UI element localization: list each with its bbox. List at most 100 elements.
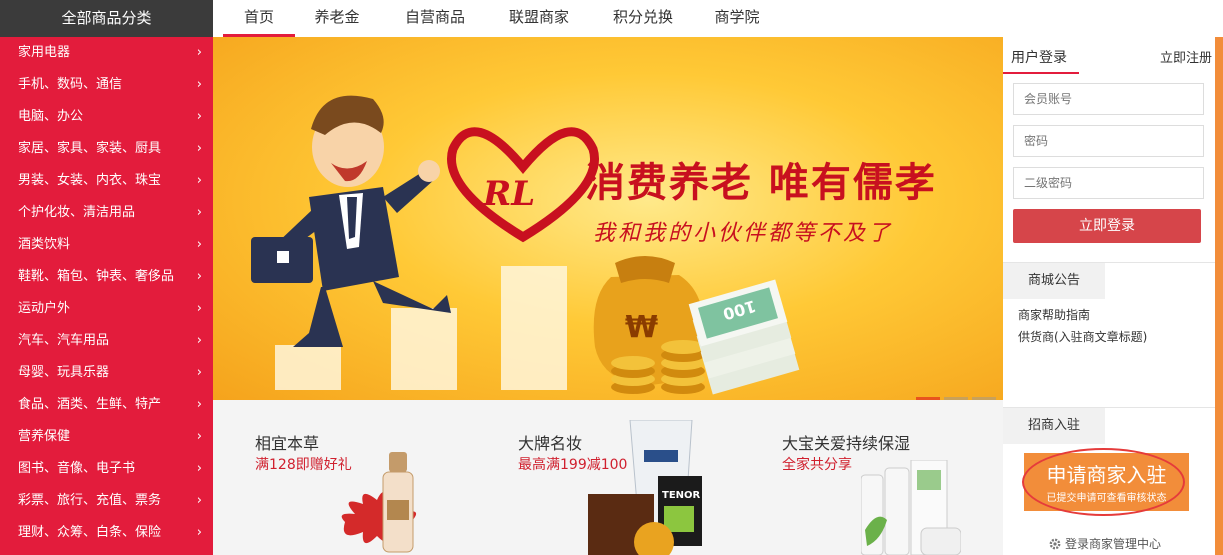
category-list: 家用电器 › 手机、数码、通信 › 电脑、办公 › 家居、家具、家装、厨具 › 男装、女装、内衣… [0, 37, 213, 555]
apply-main-label: 申请商家入驻 [1046, 463, 1167, 487]
category-item[interactable]: 个护化妆、清洁用品 › [0, 197, 213, 229]
serum-product-image [341, 452, 417, 553]
notice-item[interactable]: 商家帮助指南 [1018, 306, 1090, 323]
category-label: 酒类饮料 [18, 237, 71, 252]
category-item[interactable]: 图书、音像、电子书 › [0, 453, 213, 485]
chevron-right-icon: › [196, 109, 202, 124]
category-item[interactable]: 理财、众筹、白条、保险 › [0, 517, 213, 549]
category-item[interactable]: 手机、数码、通信 › [0, 69, 213, 101]
rl-logo: RL [447, 127, 599, 243]
category-item[interactable]: 电脑、办公 › [0, 101, 213, 133]
category-header: 全部商品分类 [0, 0, 213, 37]
right-panel: 用户登录 立即注册 立即登录 商城公告 商家帮助指南 供货商(入驻商文章标题) … [1003, 37, 1215, 555]
category-label: 男装、女装、内衣、珠宝 [18, 173, 162, 188]
second-password-input[interactable] [1013, 167, 1204, 199]
category-label: 食品、酒类、生鲜、特产 [18, 397, 162, 412]
nav-tab[interactable]: 商学院 [701, 0, 773, 37]
cosmetics-product-image: TENOR [588, 420, 702, 555]
chevron-right-icon: › [196, 45, 202, 60]
notice-item[interactable]: 供货商(入驻商文章标题) [1018, 328, 1147, 345]
category-label: 母婴、玩具乐器 [18, 365, 110, 380]
promo-strip: 相宜本草 满128即赠好礼 大牌名妆 最高满199减100 TENOR 大宝关爱… [213, 400, 1003, 555]
account-input[interactable] [1013, 83, 1204, 115]
join-section: 招商入驻 申请商家入驻 已提交申请可查看审核状态 登录商家管理中心 [1003, 407, 1215, 555]
register-link[interactable]: 立即注册 [1160, 47, 1212, 66]
svg-text:TENOR: TENOR [662, 490, 701, 501]
step-2 [391, 308, 457, 390]
side-scroll-strip [1215, 37, 1223, 555]
promo-card-2[interactable]: 大牌名妆 最高满199减100 TENOR [476, 400, 739, 555]
login-button[interactable]: 立即登录 [1013, 209, 1201, 243]
chevron-right-icon: › [196, 205, 202, 220]
category-label: 手机、数码、通信 [18, 77, 123, 92]
chevron-right-icon: › [196, 173, 202, 188]
banner-subslogan: 我和我的小伙伴都等不及了 [593, 221, 894, 246]
chevron-right-icon: › [196, 301, 202, 316]
nav-tab[interactable]: 自营商品 [389, 0, 481, 37]
chevron-right-icon: › [196, 493, 202, 508]
promo-title: 相宜本草 [255, 434, 320, 453]
carousel-indicators [916, 387, 1000, 400]
promo-subtitle: 全家共分享 [782, 457, 852, 473]
step-1 [275, 345, 341, 390]
page: 全部商品分类 家用电器 › 手机、数码、通信 › 电脑、办公 › 家居、家具、家装、厨具 › 男… [0, 0, 1223, 555]
promo-card-1[interactable]: 相宜本草 满128即赠好礼 [213, 400, 476, 555]
category-label: 汽车、汽车用品 [18, 333, 110, 348]
category-label: 图书、音像、电子书 [18, 461, 136, 476]
category-item[interactable]: 汽车、汽车用品 › [0, 325, 213, 357]
banner-carousel[interactable]: RL ₩ 100 消费养老 唯有儒孝 我和我的小伙伴都等不及了 [213, 37, 1003, 400]
category-item[interactable]: 男装、女装、内衣、珠宝 › [0, 165, 213, 197]
nav-tab[interactable]: 积分兑换 [597, 0, 689, 37]
banknotes: 100 [688, 279, 800, 395]
category-label: 彩票、旅行、充值、票务 [18, 493, 162, 508]
promo-title: 大宝关爱持续保湿 [782, 434, 911, 453]
category-label: 个护化妆、清洁用品 [18, 205, 136, 220]
category-label: 营养保健 [18, 429, 71, 444]
category-item[interactable]: 母婴、玩具乐器 › [0, 357, 213, 389]
step-3 [501, 266, 567, 390]
category-item[interactable]: 家用电器 › [0, 37, 213, 69]
category-item[interactable]: 彩票、旅行、充值、票务 › [0, 485, 213, 517]
join-tab[interactable]: 招商入驻 [1003, 408, 1105, 444]
logo-text: RL [482, 174, 535, 214]
chevron-right-icon: › [196, 461, 202, 476]
chevron-right-icon: › [196, 237, 202, 252]
chevron-right-icon: › [196, 525, 202, 540]
category-label: 电脑、办公 [18, 109, 84, 124]
promo-card-3[interactable]: 大宝关爱持续保湿 全家共分享 [739, 400, 1003, 555]
chevron-right-icon: › [196, 333, 202, 348]
apply-sub-label: 已提交申请可查看审核状态 [1046, 493, 1167, 504]
chevron-right-icon: › [196, 77, 202, 92]
password-input[interactable] [1013, 125, 1204, 157]
category-label: 家居、家具、家装、厨具 [18, 141, 162, 156]
category-label: 运动户外 [18, 301, 71, 316]
gear-icon [1049, 538, 1061, 550]
category-label: 家用电器 [18, 45, 71, 60]
moisturizer-product-image [861, 460, 961, 555]
category-item[interactable]: 家居、家具、家装、厨具 › [0, 133, 213, 165]
login-tab-underline [1003, 72, 1079, 74]
category-item[interactable]: 鞋靴、箱包、钟表、奢侈品 › [0, 261, 213, 293]
category-label: 理财、众筹、白条、保险 [18, 525, 162, 540]
chevron-right-icon: › [196, 429, 202, 444]
category-label: 鞋靴、箱包、钟表、奢侈品 [18, 269, 175, 284]
login-tab[interactable]: 用户登录 [1011, 47, 1067, 67]
chevron-right-icon: › [196, 141, 202, 156]
nav-tab[interactable]: 养老金 [301, 0, 373, 37]
nav-tab[interactable]: 首页 [223, 0, 295, 37]
category-item[interactable]: 酒类饮料 › [0, 229, 213, 261]
chevron-right-icon: › [196, 397, 202, 412]
category-item[interactable]: 营养保健 › [0, 421, 213, 453]
merchant-admin-link[interactable]: 登录商家管理中心 [1049, 535, 1161, 552]
svg-text:₩: ₩ [625, 310, 658, 345]
merchant-admin-label: 登录商家管理中心 [1065, 537, 1162, 551]
promo-title: 大牌名妆 [518, 434, 583, 453]
banner-slogan: 消费养老 唯有儒孝 [585, 159, 937, 206]
top-nav: 首页 养老金 自营商品 联盟商家 积分兑换 商学院 [213, 0, 1223, 37]
notice-tab[interactable]: 商城公告 [1003, 263, 1105, 299]
nav-tab[interactable]: 联盟商家 [493, 0, 585, 37]
apply-merchant-button[interactable]: 申请商家入驻 已提交申请可查看审核状态 [1024, 453, 1189, 511]
notice-section: 商城公告 商家帮助指南 供货商(入驻商文章标题) [1003, 262, 1215, 407]
category-item[interactable]: 运动户外 › [0, 293, 213, 325]
category-item[interactable]: 食品、酒类、生鲜、特产 › [0, 389, 213, 421]
